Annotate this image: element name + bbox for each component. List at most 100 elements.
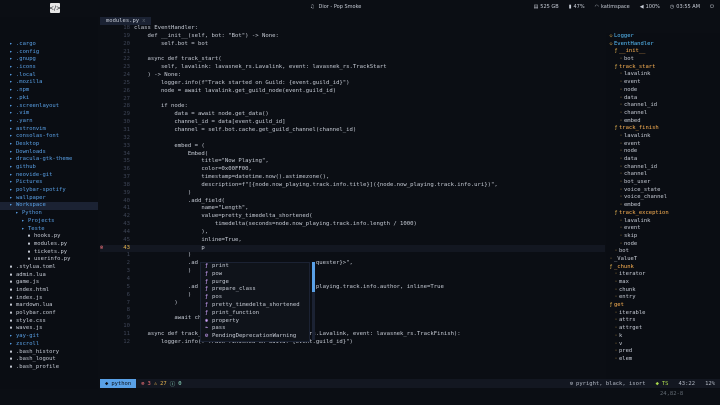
outline-var[interactable]: · voice_state xyxy=(606,187,720,195)
code-line[interactable]: 32 xyxy=(100,135,605,143)
tree-file[interactable]: ▪ .bash_profile xyxy=(0,364,98,372)
tree-folder[interactable]: ▸ wallpaper xyxy=(0,195,98,203)
outline-method[interactable]: ƒ get xyxy=(606,302,720,310)
code-line[interactable]: 3 ) xyxy=(100,268,605,276)
outline-var[interactable]: · lavalink xyxy=(606,218,720,226)
tree-folder[interactable]: ▸ .vim xyxy=(0,110,98,118)
outline-var[interactable]: · bot_user xyxy=(606,179,720,187)
code-line[interactable]: 28 if node: xyxy=(100,103,605,111)
code-line[interactable]: 11 async def track_finish(self, lavalink… xyxy=(100,331,605,339)
outline-method[interactable]: ƒ track_start xyxy=(606,64,720,72)
tree-file[interactable]: ▪ .stylua.toml xyxy=(0,264,98,272)
code-line[interactable]: 45 inline=True, xyxy=(100,237,605,245)
tree-folder[interactable]: ▸ .icons xyxy=(0,64,98,72)
outline-var[interactable]: · node xyxy=(606,87,720,95)
outline-var[interactable]: · attrget xyxy=(606,325,720,333)
outline-var[interactable]: · chunk xyxy=(606,287,720,295)
volume-status[interactable]: ◀ 100% xyxy=(640,4,660,10)
workspace-2[interactable] xyxy=(14,3,24,13)
outline-var[interactable]: · attrs xyxy=(606,317,720,325)
completion-item[interactable]: ✱ property xyxy=(201,318,309,326)
code-line[interactable]: 21 xyxy=(100,49,605,57)
tree-folder[interactable]: ▸ .mozilla xyxy=(0,79,98,87)
outline-var[interactable]: · embed xyxy=(606,202,720,210)
completion-item[interactable]: ƒ purge xyxy=(201,279,309,287)
completion-item[interactable]: ƒ pow xyxy=(201,271,309,279)
tree-folder[interactable]: ▸ Workspace xyxy=(0,202,98,211)
code-line[interactable]: 4 xyxy=(100,276,605,284)
tree-file[interactable]: ▪ style.css xyxy=(0,318,98,326)
code-line[interactable]: 43 timedelta(seconds=node.now_playing.tr… xyxy=(100,221,605,229)
completion-scroll-thumb[interactable] xyxy=(312,262,315,292)
diagnostics[interactable]: ⊗ 3 ⚠ 27 ⓘ 0 xyxy=(136,379,186,388)
tree-folder[interactable]: ▸ astronvim xyxy=(0,126,98,134)
tab-modules-py[interactable]: modules.py x xyxy=(100,17,152,25)
completion-item[interactable]: ƒ print xyxy=(201,263,309,271)
outline-var[interactable]: · channel_id xyxy=(606,102,720,110)
tree-folder[interactable]: ▸ .yarn xyxy=(0,118,98,126)
tree-folder[interactable]: ▸ .config xyxy=(0,49,98,57)
outline-var[interactable]: · max xyxy=(606,279,720,287)
outline-var[interactable]: · data xyxy=(606,156,720,164)
code-line[interactable]: 26 node = await lavalink.get_guild_node(… xyxy=(100,88,605,96)
code-line[interactable]: 1 ) xyxy=(100,252,605,260)
outline-var[interactable]: · iterable xyxy=(606,310,720,318)
tree-file[interactable]: ▪ admin.lua xyxy=(0,272,98,280)
tree-file[interactable]: ▪ tickets.py xyxy=(0,249,98,257)
code-line[interactable]: 40 .add_field( xyxy=(100,198,605,206)
tree-file[interactable]: ▪ polybar.conf xyxy=(0,310,98,318)
tree-folder[interactable]: ▸ polybar-spotify xyxy=(0,187,98,195)
tree-file[interactable]: ▪ modules.py xyxy=(0,241,98,249)
outline-var[interactable]: · k xyxy=(606,333,720,341)
outline-var[interactable]: · lavalink xyxy=(606,71,720,79)
outline-var[interactable]: · bot xyxy=(606,248,720,256)
code-line[interactable]: 9 await channel.send(embed=embed) xyxy=(100,315,605,323)
outline-var[interactable]: · channel xyxy=(606,110,720,118)
code-line[interactable]: ⊗ 43 p xyxy=(100,244,605,253)
now-playing[interactable]: ♫ Dior - Pop Smoke xyxy=(310,4,361,10)
workspace-3[interactable] xyxy=(26,3,36,13)
code-line[interactable]: 44 ), xyxy=(100,229,605,237)
outline-var[interactable]: · iterator xyxy=(606,271,720,279)
code-line[interactable]: 20 self.bot = bot xyxy=(100,41,605,49)
tree-folder[interactable]: ▸ neovide-git xyxy=(0,172,98,180)
code-line[interactable]: 33 embed = ( xyxy=(100,143,605,151)
tree-file[interactable]: ▪ .bash_history xyxy=(0,349,98,357)
tree-folder[interactable]: ▸ Desktop xyxy=(0,141,98,149)
outline-var[interactable]: · node xyxy=(606,241,720,249)
tree-file[interactable]: ▪ game.js xyxy=(0,279,98,287)
tree-file[interactable]: ▪ .bash_logout xyxy=(0,356,98,364)
tree-file[interactable]: ▪ userinfo.py xyxy=(0,256,98,264)
code-line[interactable]: 29 data = await node.get_data() xyxy=(100,111,605,119)
outline-var[interactable]: · event xyxy=(606,141,720,149)
outline-class[interactable]: ◇ Logger xyxy=(606,33,720,41)
completion-item[interactable]: ƒ pos xyxy=(201,294,309,302)
code-line[interactable]: 6 ) xyxy=(100,292,605,300)
code-line[interactable]: 38 description=f"[{node.now_playing.trac… xyxy=(100,182,605,190)
outline-method[interactable]: ƒ __init__ xyxy=(606,48,720,56)
code-line[interactable]: 8 xyxy=(100,307,605,315)
code-line[interactable]: 19 def __init__(self, bot: "Bot") -> Non… xyxy=(100,33,605,41)
code-line[interactable]: 37 timestamp=datetime.now().astimezone()… xyxy=(100,174,605,182)
outline-var[interactable]: · pred xyxy=(606,348,720,356)
tree-folder[interactable]: ▸ zscroll xyxy=(0,341,98,349)
code-line[interactable]: 22 async def track_start( xyxy=(100,56,605,64)
tree-folder[interactable]: ▸ Projects xyxy=(0,218,98,226)
outline-var[interactable]: · node xyxy=(606,148,720,156)
code-line[interactable]: 42 value=pretty_timedelta_shortened( xyxy=(100,213,605,221)
tree-file[interactable]: ▪ hooks.py xyxy=(0,233,98,241)
tree-folder[interactable]: ▸ .screenlayout xyxy=(0,103,98,111)
outline-method[interactable]: ƒ track_exception xyxy=(606,210,720,218)
outline-class[interactable]: ◇ EventHandler xyxy=(606,41,720,49)
command-line[interactable]: 24,82-8 xyxy=(0,389,720,405)
workspace-4[interactable] xyxy=(38,3,48,13)
outline-var[interactable]: · data xyxy=(606,95,720,103)
tree-folder[interactable]: ▸ dracula-gtk-theme xyxy=(0,156,98,164)
tree-file[interactable]: ▪ index.html xyxy=(0,287,98,295)
outline-var[interactable]: · event xyxy=(606,79,720,87)
outline-method[interactable]: ƒ track_finish xyxy=(606,125,720,133)
outline-var[interactable]: · _ValueT xyxy=(606,256,720,264)
tree-folder[interactable]: ▸ Teste xyxy=(0,226,98,234)
tree-folder[interactable]: ▸ .local xyxy=(0,72,98,80)
outline-var[interactable]: · bot xyxy=(606,56,720,64)
